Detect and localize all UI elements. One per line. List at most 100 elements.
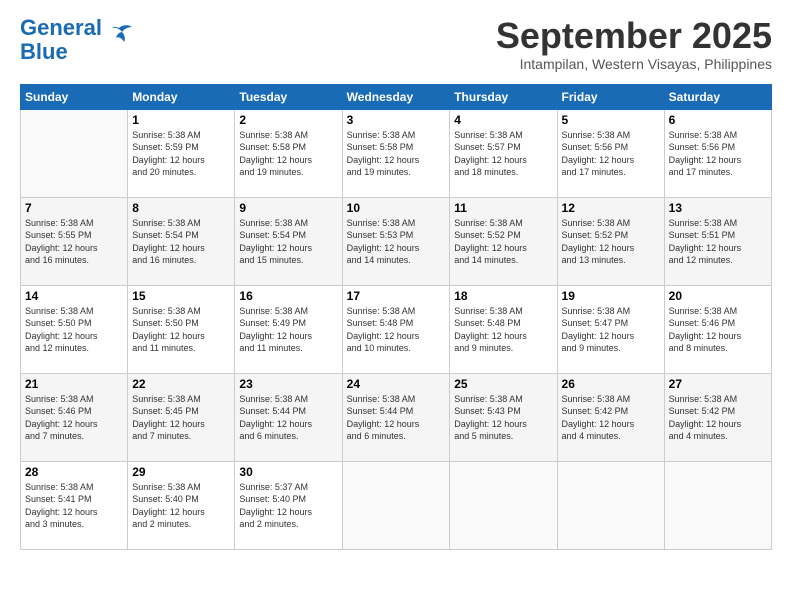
day-info: Sunrise: 5:38 AM Sunset: 5:49 PM Dayligh… <box>239 305 337 355</box>
day-number: 8 <box>132 201 230 215</box>
calendar-cell: 10 Sunrise: 5:38 AM Sunset: 5:53 PM Dayli… <box>342 197 450 285</box>
location-subtitle: Intampilan, Western Visayas, Philippines <box>496 56 772 72</box>
day-info: Sunrise: 5:38 AM Sunset: 5:58 PM Dayligh… <box>239 129 337 179</box>
day-info: Sunrise: 5:38 AM Sunset: 5:46 PM Dayligh… <box>669 305 767 355</box>
day-info: Sunrise: 5:38 AM Sunset: 5:44 PM Dayligh… <box>347 393 446 443</box>
day-info: Sunrise: 5:38 AM Sunset: 5:54 PM Dayligh… <box>239 217 337 267</box>
calendar-cell: 17Sunrise: 5:38 AM Sunset: 5:48 PM Dayli… <box>342 285 450 373</box>
title-block: September 2025 Intampilan, Western Visay… <box>496 16 772 72</box>
calendar-cell: 24 Sunrise: 5:38 AM Sunset: 5:44 PM Dayli… <box>342 373 450 461</box>
logo-bird-icon <box>104 24 134 46</box>
day-info: Sunrise: 5:38 AM Sunset: 5:56 PM Dayligh… <box>669 129 767 179</box>
day-info: Sunrise: 5:38 AM Sunset: 5:52 PM Dayligh… <box>454 217 552 267</box>
day-number: 27 <box>669 377 767 391</box>
column-header-tuesday: Tuesday <box>235 84 342 109</box>
calendar-week-row: 1 Sunrise: 5:38 AM Sunset: 5:59 PM Daylig… <box>21 109 772 197</box>
day-number: 22 <box>132 377 230 391</box>
calendar-cell: 3 Sunrise: 5:38 AM Sunset: 5:58 PM Daylig… <box>342 109 450 197</box>
day-number: 6 <box>669 113 767 127</box>
calendar-cell: 22 Sunrise: 5:38 AM Sunset: 5:45 PM Dayli… <box>128 373 235 461</box>
day-number: 20 <box>669 289 767 303</box>
calendar-cell: 9 Sunrise: 5:38 AM Sunset: 5:54 PM Daylig… <box>235 197 342 285</box>
day-info: Sunrise: 5:38 AM Sunset: 5:45 PM Dayligh… <box>132 393 230 443</box>
day-info: Sunrise: 5:38 AM Sunset: 5:54 PM Dayligh… <box>132 217 230 267</box>
day-number: 1 <box>132 113 230 127</box>
day-number: 2 <box>239 113 337 127</box>
calendar-cell: 28Sunrise: 5:38 AM Sunset: 5:41 PM Dayli… <box>21 461 128 549</box>
day-number: 3 <box>347 113 446 127</box>
day-number: 25 <box>454 377 552 391</box>
day-number: 24 <box>347 377 446 391</box>
day-number: 28 <box>25 465 123 479</box>
day-info: Sunrise: 5:37 AM Sunset: 5:40 PM Dayligh… <box>239 481 337 531</box>
calendar-cell: 6 Sunrise: 5:38 AM Sunset: 5:56 PM Daylig… <box>664 109 771 197</box>
column-header-sunday: Sunday <box>21 84 128 109</box>
day-info: Sunrise: 5:38 AM Sunset: 5:43 PM Dayligh… <box>454 393 552 443</box>
calendar-cell: 16 Sunrise: 5:38 AM Sunset: 5:49 PM Dayli… <box>235 285 342 373</box>
day-number: 19 <box>562 289 660 303</box>
calendar-cell <box>664 461 771 549</box>
calendar-cell: 19 Sunrise: 5:38 AM Sunset: 5:47 PM Dayli… <box>557 285 664 373</box>
day-info: Sunrise: 5:38 AM Sunset: 5:55 PM Dayligh… <box>25 217 123 267</box>
day-info: Sunrise: 5:38 AM Sunset: 5:53 PM Dayligh… <box>347 217 446 267</box>
calendar-cell: 5Sunrise: 5:38 AM Sunset: 5:56 PM Daylig… <box>557 109 664 197</box>
logo-text: GeneralBlue <box>20 16 102 64</box>
day-info: Sunrise: 5:38 AM Sunset: 5:42 PM Dayligh… <box>669 393 767 443</box>
column-header-wednesday: Wednesday <box>342 84 450 109</box>
month-title: September 2025 <box>496 16 772 56</box>
calendar-cell: 13 Sunrise: 5:38 AM Sunset: 5:51 PM Dayli… <box>664 197 771 285</box>
day-number: 29 <box>132 465 230 479</box>
day-number: 10 <box>347 201 446 215</box>
day-number: 30 <box>239 465 337 479</box>
logo-blue: Blue <box>20 39 68 64</box>
day-info: Sunrise: 5:38 AM Sunset: 5:40 PM Dayligh… <box>132 481 230 531</box>
calendar-cell: 1 Sunrise: 5:38 AM Sunset: 5:59 PM Daylig… <box>128 109 235 197</box>
calendar-cell: 26Sunrise: 5:38 AM Sunset: 5:42 PM Dayli… <box>557 373 664 461</box>
day-number: 18 <box>454 289 552 303</box>
day-number: 23 <box>239 377 337 391</box>
calendar-week-row: 21 Sunrise: 5:38 AM Sunset: 5:46 PM Dayli… <box>21 373 772 461</box>
calendar-cell: 15 Sunrise: 5:38 AM Sunset: 5:50 PM Dayli… <box>128 285 235 373</box>
calendar-cell <box>557 461 664 549</box>
logo-general: General <box>20 15 102 40</box>
day-number: 16 <box>239 289 337 303</box>
day-number: 9 <box>239 201 337 215</box>
day-number: 17 <box>347 289 446 303</box>
column-header-thursday: Thursday <box>450 84 557 109</box>
calendar-week-row: 28Sunrise: 5:38 AM Sunset: 5:41 PM Dayli… <box>21 461 772 549</box>
day-info: Sunrise: 5:38 AM Sunset: 5:51 PM Dayligh… <box>669 217 767 267</box>
column-header-saturday: Saturday <box>664 84 771 109</box>
day-number: 13 <box>669 201 767 215</box>
day-info: Sunrise: 5:38 AM Sunset: 5:52 PM Dayligh… <box>562 217 660 267</box>
day-info: Sunrise: 5:38 AM Sunset: 5:50 PM Dayligh… <box>25 305 123 355</box>
calendar-cell: 7Sunrise: 5:38 AM Sunset: 5:55 PM Daylig… <box>21 197 128 285</box>
calendar-cell <box>450 461 557 549</box>
day-number: 11 <box>454 201 552 215</box>
calendar-cell: 12Sunrise: 5:38 AM Sunset: 5:52 PM Dayli… <box>557 197 664 285</box>
column-header-friday: Friday <box>557 84 664 109</box>
day-info: Sunrise: 5:38 AM Sunset: 5:58 PM Dayligh… <box>347 129 446 179</box>
calendar-cell: 27 Sunrise: 5:38 AM Sunset: 5:42 PM Dayli… <box>664 373 771 461</box>
calendar-week-row: 7Sunrise: 5:38 AM Sunset: 5:55 PM Daylig… <box>21 197 772 285</box>
day-info: Sunrise: 5:38 AM Sunset: 5:46 PM Dayligh… <box>25 393 123 443</box>
calendar-cell <box>342 461 450 549</box>
calendar-cell: 2 Sunrise: 5:38 AM Sunset: 5:58 PM Daylig… <box>235 109 342 197</box>
column-header-monday: Monday <box>128 84 235 109</box>
day-info: Sunrise: 5:38 AM Sunset: 5:50 PM Dayligh… <box>132 305 230 355</box>
day-number: 5 <box>562 113 660 127</box>
day-number: 4 <box>454 113 552 127</box>
day-info: Sunrise: 5:38 AM Sunset: 5:57 PM Dayligh… <box>454 129 552 179</box>
day-info: Sunrise: 5:38 AM Sunset: 5:47 PM Dayligh… <box>562 305 660 355</box>
day-info: Sunrise: 5:38 AM Sunset: 5:59 PM Dayligh… <box>132 129 230 179</box>
calendar-cell: 11 Sunrise: 5:38 AM Sunset: 5:52 PM Dayli… <box>450 197 557 285</box>
day-number: 15 <box>132 289 230 303</box>
day-number: 21 <box>25 377 123 391</box>
calendar-table: SundayMondayTuesdayWednesdayThursdayFrid… <box>20 84 772 550</box>
calendar-header-row: SundayMondayTuesdayWednesdayThursdayFrid… <box>21 84 772 109</box>
calendar-cell: 8 Sunrise: 5:38 AM Sunset: 5:54 PM Daylig… <box>128 197 235 285</box>
calendar-cell: 25 Sunrise: 5:38 AM Sunset: 5:43 PM Dayli… <box>450 373 557 461</box>
day-info: Sunrise: 5:38 AM Sunset: 5:42 PM Dayligh… <box>562 393 660 443</box>
calendar-cell <box>21 109 128 197</box>
calendar-cell: 29 Sunrise: 5:38 AM Sunset: 5:40 PM Dayli… <box>128 461 235 549</box>
calendar-cell: 4 Sunrise: 5:38 AM Sunset: 5:57 PM Daylig… <box>450 109 557 197</box>
